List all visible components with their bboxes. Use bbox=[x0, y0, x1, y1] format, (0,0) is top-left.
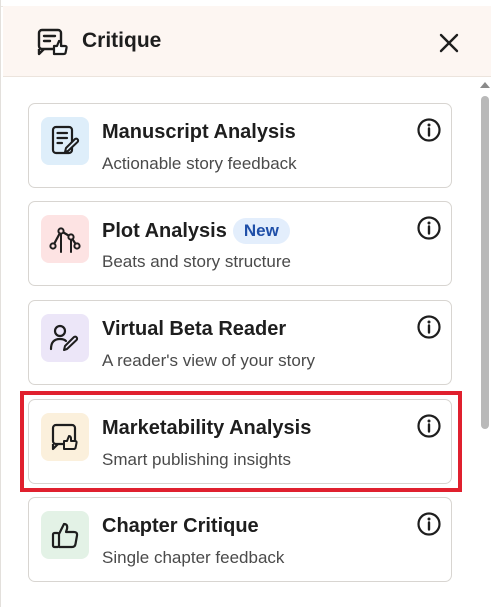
card-title: Chapter Critique bbox=[102, 515, 259, 537]
card-subtitle: Actionable story feedback bbox=[102, 154, 297, 173]
card-plot-analysis[interactable]: Plot Analysis New Beats and story structu… bbox=[28, 201, 452, 286]
info-icon[interactable] bbox=[416, 117, 442, 143]
close-icon bbox=[439, 33, 459, 53]
card-title: Plot Analysis New bbox=[102, 218, 290, 244]
info-icon[interactable] bbox=[416, 314, 442, 340]
manuscript-icon bbox=[41, 117, 89, 165]
critique-panel: Critique Manuscript Analysis Actionable … bbox=[0, 0, 491, 607]
info-icon[interactable] bbox=[416, 511, 442, 537]
card-subtitle: A reader's view of your story bbox=[102, 351, 315, 370]
scrollbar[interactable] bbox=[478, 80, 491, 607]
scroll-up-arrow-icon[interactable] bbox=[480, 82, 490, 88]
card-title: Virtual Beta Reader bbox=[102, 318, 287, 340]
card-virtual-beta-reader[interactable]: Virtual Beta Reader A reader's view of y… bbox=[28, 300, 452, 385]
critique-icon bbox=[37, 28, 69, 56]
card-chapter-critique[interactable]: Chapter Critique Single chapter feedback bbox=[28, 497, 452, 582]
panel-header: Critique bbox=[3, 6, 491, 77]
card-subtitle: Single chapter feedback bbox=[102, 548, 285, 567]
card-subtitle: Beats and story structure bbox=[102, 252, 291, 271]
close-button[interactable] bbox=[435, 29, 463, 57]
scrollbar-thumb[interactable] bbox=[481, 96, 489, 429]
thumbs-up-icon bbox=[41, 511, 89, 559]
card-title: Manuscript Analysis bbox=[102, 121, 296, 143]
panel-title: Critique bbox=[82, 29, 162, 52]
new-badge: New bbox=[232, 218, 290, 244]
beta-reader-icon bbox=[41, 314, 89, 362]
info-icon[interactable] bbox=[416, 215, 442, 241]
plot-graph-icon bbox=[41, 215, 89, 263]
card-manuscript-analysis[interactable]: Manuscript Analysis Actionable story fee… bbox=[28, 103, 452, 188]
selection-highlight-box bbox=[20, 391, 462, 492]
